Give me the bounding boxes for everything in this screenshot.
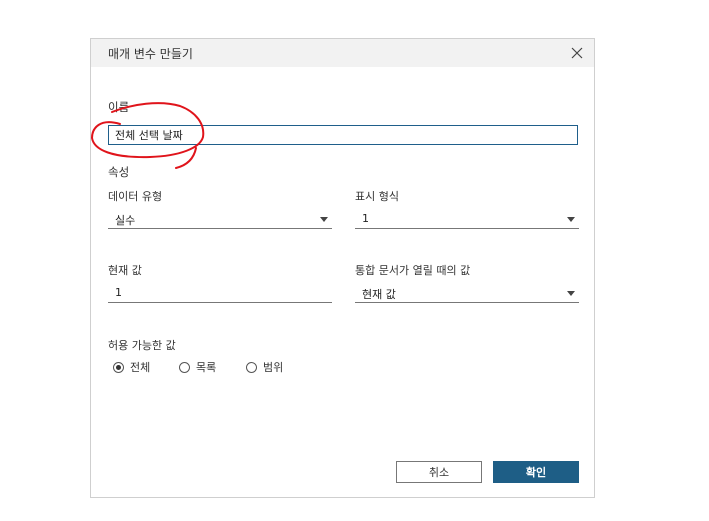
display-format-value: 1 <box>362 212 369 225</box>
workbook-open-value-label: 통합 문서가 열릴 때의 값 <box>355 264 471 277</box>
radio-all-label: 전체 <box>130 361 151 374</box>
radio-unselected-icon <box>179 361 190 373</box>
data-type-select[interactable]: 실수 <box>108 209 332 229</box>
ok-button[interactable]: 확인 <box>493 461 579 483</box>
radio-selected-icon <box>113 361 124 373</box>
radio-list-label: 목록 <box>196 361 217 374</box>
current-value-text: 1 <box>115 286 122 299</box>
chevron-down-icon <box>567 217 575 222</box>
workbook-open-value-text: 현재 값 <box>362 288 396 301</box>
data-type-label: 데이터 유형 <box>108 190 163 203</box>
radio-range-label: 범위 <box>263 361 284 374</box>
dialog-title: 매개 변수 만들기 <box>108 47 193 61</box>
radio-range[interactable]: 범위 <box>246 359 283 375</box>
current-value-label: 현재 값 <box>108 264 142 277</box>
chevron-down-icon <box>320 217 328 222</box>
cancel-button[interactable]: 취소 <box>396 461 482 483</box>
radio-list[interactable]: 목록 <box>179 359 216 375</box>
current-value-input[interactable]: 1 <box>108 283 332 303</box>
create-parameter-dialog: 매개 변수 만들기 이름 속성 데이터 유형 실수 표시 형식 1 현재 값 1… <box>90 38 595 498</box>
radio-all[interactable]: 전체 <box>113 359 150 375</box>
chevron-down-icon <box>567 291 575 296</box>
name-input[interactable] <box>108 125 578 145</box>
close-icon <box>571 47 583 59</box>
workbook-open-value-select[interactable]: 현재 값 <box>355 283 579 303</box>
allowable-values-label: 허용 가능한 값 <box>108 339 176 352</box>
name-label: 이름 <box>108 100 130 114</box>
display-format-select[interactable]: 1 <box>355 209 579 229</box>
data-type-value: 실수 <box>115 214 136 227</box>
properties-label: 속성 <box>108 165 130 179</box>
close-button[interactable] <box>566 42 588 64</box>
title-bar: 매개 변수 만들기 <box>91 39 594 67</box>
display-format-label: 표시 형식 <box>355 190 399 203</box>
radio-unselected-icon <box>246 361 257 373</box>
